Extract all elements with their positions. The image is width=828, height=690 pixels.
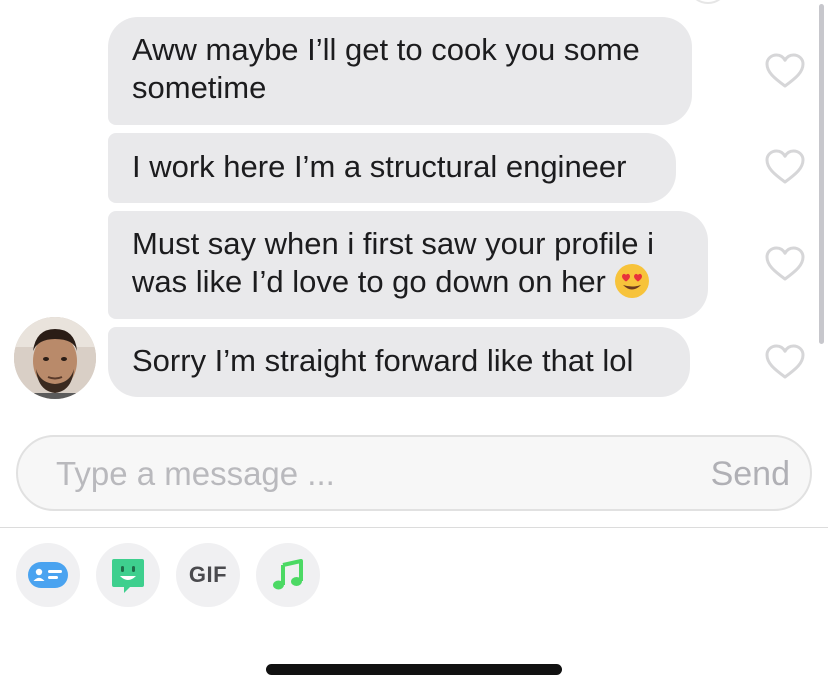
message-text-line: I work here I’m a structural engineer [132,149,627,184]
sender-avatar[interactable] [14,317,96,399]
message-text-line: was like I’d love to go down on her [132,263,684,301]
like-heart-icon[interactable] [764,52,806,90]
send-button[interactable]: Send [711,453,790,495]
message-bubble[interactable]: Aww maybe I’ll get to cook you some some… [108,17,692,125]
like-heart-icon[interactable] [764,343,806,381]
message-composer: Send [16,435,812,511]
gif-button[interactable]: GIF [176,543,240,607]
divider [0,527,828,528]
scrollbar[interactable] [819,4,824,344]
chat-screen: Aww maybe I’ll get to cook you some some… [0,0,828,690]
home-indicator[interactable] [266,664,562,675]
message-bubble[interactable]: Must say when i first saw your profile i… [108,211,708,319]
message-bubble[interactable]: Sorry I’m straight forward like that lol [108,327,690,397]
sticker-face-icon [112,559,144,593]
message-input[interactable] [56,453,656,495]
sticker-button[interactable] [96,543,160,607]
cropped-avatar-outline [690,0,726,4]
contact-card-icon [28,562,68,588]
message-text-line: Sorry I’m straight forward like that lol [132,343,634,378]
like-heart-icon[interactable] [764,148,806,186]
heart-eyes-emoji-icon [614,263,649,298]
gif-icon: GIF [188,562,228,587]
message-text-line: Aww maybe I’ll get to cook you some [132,32,640,67]
message-text-line: Must say when i first saw your profile i [132,226,655,261]
like-heart-icon[interactable] [764,245,806,283]
contact-card-button[interactable] [16,543,80,607]
music-note-icon [273,559,303,590]
message-bubble[interactable]: I work here I’m a structural engineer [108,133,676,203]
message-text-fragment: was like I’d love to go down on her [132,264,606,299]
avatar-photo [14,317,96,399]
message-text-line: sometime [132,70,267,105]
music-button[interactable] [256,543,320,607]
